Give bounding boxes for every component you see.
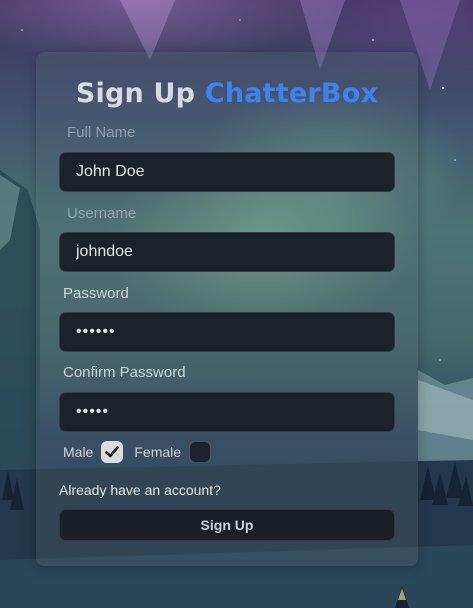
checkmark-icon (105, 446, 120, 458)
page-title: Sign Up ChatterBox (36, 78, 418, 109)
male-checkbox[interactable] (101, 441, 124, 463)
confirm-password-label: Confirm Password (63, 364, 186, 381)
mountain-left (0, 170, 40, 480)
confirm-password-input[interactable] (59, 392, 395, 432)
login-link[interactable]: Already have an account? (59, 482, 221, 498)
gender-selector: Male Female (63, 440, 212, 464)
username-input[interactable] (59, 232, 395, 272)
male-label: Male (63, 444, 94, 460)
title-prefix: Sign Up (75, 78, 196, 109)
full-name-label: Full Name (67, 124, 136, 141)
female-label: Female (134, 444, 182, 460)
distant-tree (398, 588, 406, 600)
brand-name: ChatterBox (204, 78, 379, 109)
username-label: Username (67, 205, 137, 222)
password-label: Password (63, 285, 129, 302)
mountain-right (418, 370, 473, 470)
full-name-input[interactable] (59, 152, 395, 192)
signup-button[interactable]: Sign Up (59, 509, 395, 541)
password-input[interactable] (59, 312, 395, 352)
female-checkbox[interactable] (189, 441, 212, 463)
